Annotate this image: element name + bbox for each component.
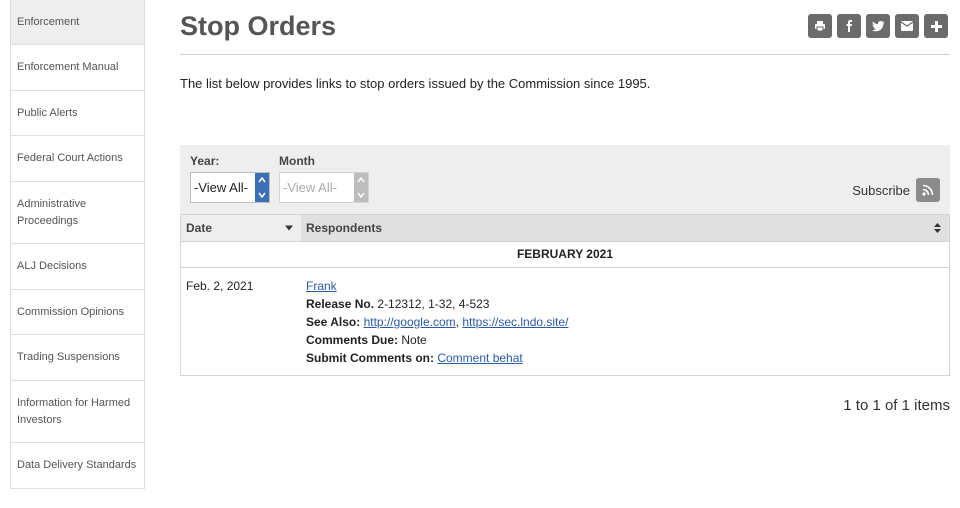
submit-comments-link[interactable]: Comment behat xyxy=(437,351,522,365)
year-select-value: -View All- xyxy=(194,180,248,195)
month-label: Month xyxy=(279,154,315,168)
see-also-separator: , xyxy=(455,315,459,329)
see-also-link-google[interactable]: http://google.com xyxy=(364,315,456,329)
column-header-date[interactable]: Date xyxy=(181,215,301,241)
subscribe-control[interactable]: Subscribe xyxy=(852,178,940,202)
facebook-icon[interactable] xyxy=(837,14,861,38)
email-icon[interactable] xyxy=(895,14,919,38)
row-respondent-details: Frank Release No. 2-12312, 1-32, 4-523 S… xyxy=(306,277,949,367)
table-header: Date Respondents xyxy=(181,215,949,242)
month-select-value: -View All- xyxy=(283,180,337,195)
sidebar-item-public-alerts[interactable]: Public Alerts xyxy=(11,91,144,136)
sidebar-item-administrative-proceedings[interactable]: Administrative Proceedings xyxy=(11,182,144,244)
see-also-link-sec[interactable]: https://sec.lndo.site/ xyxy=(462,315,568,329)
month-group-heading: FEBRUARY 2021 xyxy=(181,242,949,268)
sidebar-item-data-delivery-standards[interactable]: Data Delivery Standards xyxy=(11,443,144,488)
comments-due-value: Note xyxy=(401,333,427,347)
rss-icon[interactable] xyxy=(916,178,940,202)
sidebar-item-federal-court-actions[interactable]: Federal Court Actions xyxy=(11,136,144,182)
column-header-respondents[interactable]: Respondents xyxy=(301,215,949,241)
sidebar-item-alj-decisions[interactable]: ALJ Decisions xyxy=(11,244,144,290)
year-select[interactable]: -View All- xyxy=(190,172,270,203)
comments-due-label: Comments Due: xyxy=(306,333,399,347)
intro-text: The list below provides links to stop or… xyxy=(180,76,651,91)
release-number-label: Release No. xyxy=(306,297,375,311)
year-label: Year: xyxy=(190,154,220,168)
sidebar-item-enforcement-manual[interactable]: Enforcement Manual xyxy=(11,45,144,91)
sidebar-item-enforcement[interactable]: Enforcement xyxy=(11,0,144,45)
pagination-summary: 1 to 1 of 1 items xyxy=(843,397,950,414)
filter-bar: Year: -View All- Month -View All- Subscr… xyxy=(180,145,950,214)
column-header-date-label: Date xyxy=(186,221,213,235)
sort-both-icon xyxy=(934,223,941,233)
plus-icon[interactable] xyxy=(924,14,948,38)
share-toolbar xyxy=(808,14,948,38)
submit-comments-label: Submit Comments on: xyxy=(306,351,434,365)
see-also-label: See Also: xyxy=(306,315,361,329)
print-icon[interactable] xyxy=(808,14,832,38)
release-number-value: 2-12312, 1-32, 4-523 xyxy=(377,297,490,311)
title-divider xyxy=(180,54,950,55)
month-select-spinner-icon[interactable] xyxy=(354,173,368,202)
sidebar-item-harmed-investors[interactable]: Information for Harmed Investors xyxy=(11,381,144,443)
table-row: Feb. 2, 2021 Frank Release No. 2-12312, … xyxy=(181,268,949,375)
column-header-respondents-label: Respondents xyxy=(306,221,383,235)
sidebar-nav: Enforcement Enforcement Manual Public Al… xyxy=(10,0,145,489)
stop-orders-table: Date Respondents FEBRUARY 2021 Feb. 2, 2… xyxy=(180,214,950,376)
row-date: Feb. 2, 2021 xyxy=(186,279,254,293)
month-select[interactable]: -View All- xyxy=(279,172,369,203)
page-title: Stop Orders xyxy=(180,11,337,41)
sidebar-item-trading-suspensions[interactable]: Trading Suspensions xyxy=(11,335,144,381)
twitter-icon[interactable] xyxy=(866,14,890,38)
sidebar-item-commission-opinions[interactable]: Commission Opinions xyxy=(11,290,144,335)
respondent-link[interactable]: Frank xyxy=(306,279,337,293)
sort-descending-icon xyxy=(285,225,293,231)
year-select-spinner-icon[interactable] xyxy=(255,173,269,202)
subscribe-label: Subscribe xyxy=(852,182,910,198)
